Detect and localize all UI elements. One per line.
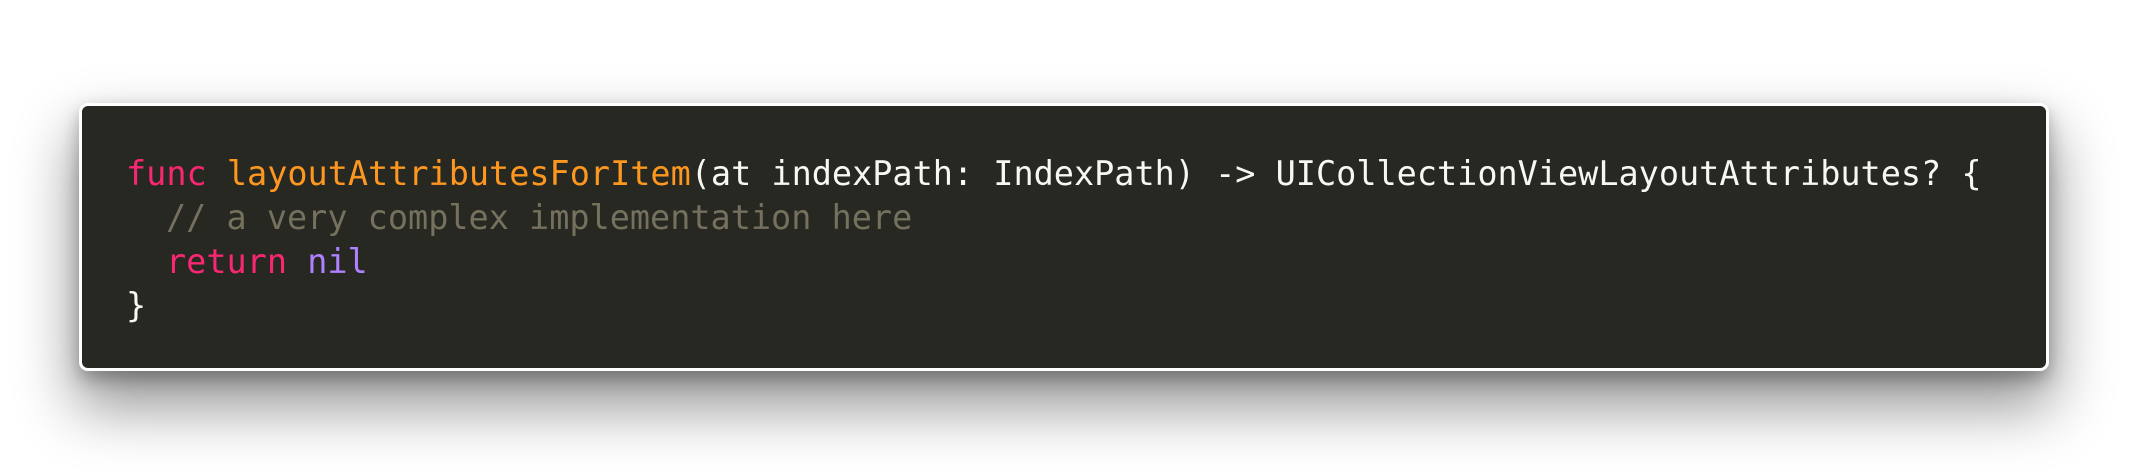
closing-brace: } (126, 286, 147, 325)
nil-literal: nil (307, 242, 368, 281)
code-line-3: return nil (126, 240, 2046, 284)
func-keyword: func (126, 154, 207, 193)
return-keyword: return (166, 242, 288, 281)
function-name: layoutAttributesForItem (226, 154, 691, 193)
code-line-1: func layoutAttributesForItem(at indexPat… (126, 152, 2046, 196)
code-block: func layoutAttributesForItem(at indexPat… (126, 152, 2046, 328)
code-snippet-window: func layoutAttributesForItem(at indexPat… (79, 103, 2049, 371)
code-line-2: // a very complex implementation here (126, 196, 2046, 240)
canvas: func layoutAttributesForItem(at indexPat… (0, 0, 2132, 474)
function-signature: (at indexPath: IndexPath) -> UICollectio… (690, 154, 1982, 193)
code-comment: // a very complex implementation here (166, 198, 913, 237)
code-line-4: } (126, 284, 2046, 328)
